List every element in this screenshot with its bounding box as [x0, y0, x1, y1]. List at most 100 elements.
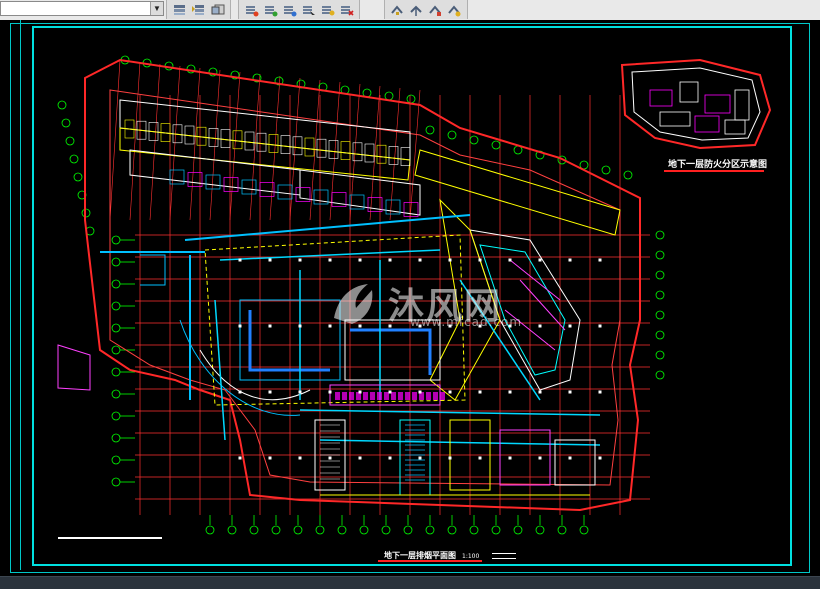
- equipment-mark: [349, 392, 354, 400]
- key-zone: [659, 111, 691, 127]
- axis-bubble: [111, 411, 121, 421]
- column: [598, 258, 602, 262]
- axis-bubble: [447, 130, 457, 140]
- axis-bubble: [111, 235, 121, 245]
- drawing-canvas[interactable]: 沐风网 www.mfcad.com 地下一层防火分区示意图 地下一层排烟平面图 1…: [0, 20, 820, 576]
- axis-bubble: [61, 118, 71, 128]
- room: [223, 177, 239, 192]
- room: [169, 169, 185, 185]
- equipment-mark: [377, 392, 382, 400]
- scale-bar: [58, 537, 162, 539]
- column: [388, 390, 392, 394]
- key-plan-zones: [649, 81, 750, 135]
- layer-delete-icon[interactable]: [339, 2, 354, 17]
- cad-toolbar: ▼: [0, 0, 820, 21]
- axis-bubble: [65, 136, 75, 146]
- drawing-title-underline: [378, 560, 482, 562]
- room: [376, 144, 387, 164]
- axis-bubble: [425, 525, 435, 535]
- room: [400, 147, 411, 166]
- axis-bubble: [655, 370, 665, 380]
- axis-bubble: [406, 94, 416, 104]
- key-zone: [694, 115, 720, 133]
- axis-bubble: [491, 525, 501, 535]
- axis-bubble: [227, 525, 237, 535]
- grid-line-diag: [349, 83, 361, 221]
- axis-bubble: [271, 525, 281, 535]
- layer-move-icon[interactable]: [282, 2, 297, 17]
- axis-bubble: [111, 389, 121, 399]
- room: [232, 130, 243, 150]
- tool-4-icon[interactable]: [447, 2, 462, 17]
- axis-bubble: [69, 154, 79, 164]
- room: [316, 138, 327, 158]
- room: [340, 141, 351, 160]
- key-zone: [704, 94, 731, 114]
- column: [388, 258, 392, 262]
- equipment-mark: [440, 392, 445, 400]
- key-zone: [734, 89, 750, 121]
- room: [292, 136, 303, 156]
- column: [538, 390, 542, 394]
- axis-bubble: [469, 135, 479, 145]
- column: [358, 456, 362, 460]
- column: [268, 324, 272, 328]
- axis-bubble: [469, 525, 479, 535]
- axis-bubble: [249, 525, 259, 535]
- axis-bubble: [111, 455, 121, 465]
- room: [328, 140, 339, 159]
- layer-match-icon[interactable]: [191, 2, 206, 17]
- axis-bubble: [557, 525, 567, 535]
- column: [388, 456, 392, 460]
- column: [508, 258, 512, 262]
- layer-stack-icon[interactable]: [263, 2, 278, 17]
- grid-line-diag: [209, 69, 221, 221]
- room: [364, 143, 375, 163]
- equipment-mark: [335, 392, 340, 400]
- axis-bubble: [381, 525, 391, 535]
- axis-bubble: [359, 525, 369, 535]
- layer-merge-icon[interactable]: [320, 2, 335, 17]
- equipment-mark: [391, 392, 396, 400]
- grid-line-diag: [249, 73, 261, 221]
- axis-bubble: [111, 257, 121, 267]
- tool-1-icon[interactable]: [390, 2, 405, 17]
- column: [568, 456, 572, 460]
- column: [478, 258, 482, 262]
- room: [220, 129, 231, 148]
- layer-previous-icon[interactable]: [210, 2, 225, 17]
- layer-copy-icon[interactable]: [301, 2, 316, 17]
- axis-bubble: [111, 301, 121, 311]
- column: [478, 456, 482, 460]
- room: [268, 134, 279, 153]
- tool-2-icon[interactable]: [409, 2, 424, 17]
- layer-dropdown[interactable]: ▼: [0, 1, 164, 16]
- column: [238, 390, 242, 394]
- watermark-logo-icon: [334, 284, 373, 324]
- grid-line-diag: [129, 61, 141, 221]
- axis-bubble: [535, 525, 545, 535]
- axis-bubble: [315, 525, 325, 535]
- axis-bubble: [601, 165, 611, 175]
- paint-brush-icon[interactable]: [244, 2, 259, 17]
- column: [448, 456, 452, 460]
- chevron-down-icon[interactable]: ▼: [150, 2, 163, 15]
- equipment-mark: [426, 392, 431, 400]
- axis-bubble: [655, 270, 665, 280]
- layer-tools-group: [166, 0, 231, 19]
- axis-bubble: [655, 310, 665, 320]
- axis-bubble: [425, 125, 435, 135]
- room: [304, 137, 315, 157]
- layer-state-icon[interactable]: [172, 2, 187, 17]
- grid-line-diag: [229, 71, 241, 221]
- tool-3-icon[interactable]: [428, 2, 443, 17]
- room: [244, 131, 255, 151]
- column: [418, 258, 422, 262]
- axis-bubble: [579, 525, 589, 535]
- equipment-mark: [412, 392, 417, 400]
- column: [598, 456, 602, 460]
- column: [568, 390, 572, 394]
- axis-bubble: [111, 323, 121, 333]
- column: [568, 258, 572, 262]
- key-plan-title: 地下一层防火分区示意图: [668, 160, 768, 170]
